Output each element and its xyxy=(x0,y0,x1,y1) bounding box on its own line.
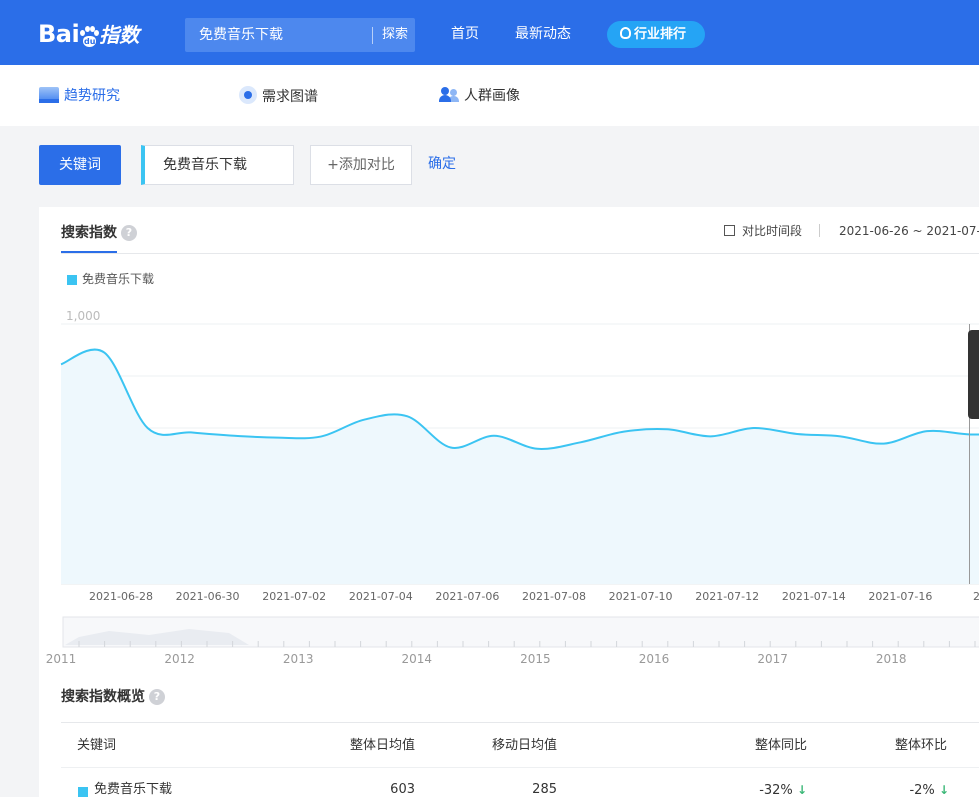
row-keyword: 免费音乐下载 xyxy=(94,782,173,797)
overview-year-label: 2015 xyxy=(520,652,551,666)
confirm-link[interactable]: 确定 xyxy=(428,154,456,174)
column-header-mobile-avg: 移动日均值 xyxy=(491,738,557,753)
row-yoy: -32% ↓ xyxy=(729,780,807,797)
summary-title-label: 搜索指数概览 xyxy=(61,689,145,705)
keyword-swatch xyxy=(78,787,88,797)
logo-paw-text: du xyxy=(83,36,97,47)
keyword-input[interactable]: 免费音乐下载 xyxy=(141,145,294,185)
overview-year-label: 2011 xyxy=(46,652,77,666)
x-tick-label: 2021-07-12 xyxy=(695,590,759,603)
x-tick-label: 2021-07-14 xyxy=(782,590,846,603)
x-tick-label: 2021-07-02 xyxy=(262,590,326,603)
x-tick-label: 2021-07-08 xyxy=(522,590,586,603)
column-header-yoy: 整体同比 xyxy=(754,738,807,753)
overview-year-label: 2016 xyxy=(639,652,670,666)
nav-home-link[interactable]: 首页 xyxy=(451,24,479,44)
overview-year-label: 2012 xyxy=(164,652,195,666)
search-box: 免费音乐下载 探索 xyxy=(185,18,415,52)
sub-navigation: 趋势研究 需求图谱 人群画像 xyxy=(0,65,979,126)
overview-year-label: 2013 xyxy=(283,652,314,666)
x-tick-label: 2021-07-04 xyxy=(349,590,413,603)
industry-ranking-label: 行业排行 xyxy=(634,27,687,42)
search-index-chart: 1,0008006004002002021-06-282021-06-30202… xyxy=(46,309,979,666)
search-divider xyxy=(372,27,373,44)
summary-title: 搜索指数概览? xyxy=(61,687,165,707)
search-index-panel: 搜索指数? 对比时间段 2021-06-26 ~ 2021-07-2 免费音乐下… xyxy=(39,207,979,797)
keyword-label: 关键词 xyxy=(39,145,121,185)
column-header-overall-avg: 整体日均值 xyxy=(349,738,415,753)
table-divider xyxy=(61,722,979,723)
subnav-label: 人群画像 xyxy=(464,88,520,104)
mom-value: -2% xyxy=(909,783,935,797)
nav-news-link[interactable]: 最新动态 xyxy=(515,24,571,44)
series-area xyxy=(61,349,979,584)
search-button[interactable]: 探索 xyxy=(380,18,410,52)
logo-text: Bai xyxy=(38,20,80,48)
row-mobile-avg: 285 xyxy=(532,782,557,797)
y-tick-label: 1,000 xyxy=(66,309,100,323)
top-navigation-bar: Bai du 指数 免费音乐下载 探索 首页 最新动态 行业排行 xyxy=(0,0,979,65)
overview-year-label: 2014 xyxy=(402,652,433,666)
baidu-index-logo[interactable]: Bai du 指数 xyxy=(38,18,139,50)
overview-year-label: 2017 xyxy=(757,652,788,666)
x-tick-label: 2021-07-16 xyxy=(868,590,932,603)
x-tick-label: 2021-06-28 xyxy=(89,590,153,603)
people-icon xyxy=(439,87,459,103)
subnav-label: 趋势研究 xyxy=(64,88,120,104)
subnav-label: 需求图谱 xyxy=(262,89,318,105)
row-overall-avg: 603 xyxy=(390,782,415,797)
series-line xyxy=(60,348,979,450)
x-tick-label: 2021-06-30 xyxy=(176,590,240,603)
x-tick-label: 2021-07-10 xyxy=(609,590,673,603)
trend-chart-icon xyxy=(39,87,59,103)
chart-tooltip xyxy=(968,330,979,419)
add-compare-button[interactable]: +添加对比 xyxy=(310,145,412,185)
trophy-icon xyxy=(620,27,631,39)
logo-suffix: 指数 xyxy=(99,23,140,47)
column-header-mom: 整体环比 xyxy=(894,738,947,753)
row-mom: -2% ↓ xyxy=(859,780,949,797)
x-tick-label: 2021 xyxy=(973,590,979,603)
x-tick-label: 2021-07-06 xyxy=(435,590,499,603)
baidu-paw-icon: du xyxy=(80,26,100,48)
down-arrow-icon: ↓ xyxy=(796,783,807,797)
down-arrow-icon: ↓ xyxy=(938,783,949,797)
help-icon[interactable]: ? xyxy=(149,689,165,705)
target-icon xyxy=(239,86,257,104)
industry-ranking-button[interactable]: 行业排行 xyxy=(607,21,705,48)
search-input[interactable]: 免费音乐下载 xyxy=(199,18,283,52)
table-row-divider xyxy=(61,767,979,768)
overview-year-label: 2018 xyxy=(876,652,907,666)
subnav-audience-profile[interactable]: 人群画像 xyxy=(439,86,520,106)
yoy-value: -32% xyxy=(759,783,793,797)
subnav-trend-research[interactable]: 趋势研究 xyxy=(39,86,120,106)
subnav-demand-map[interactable]: 需求图谱 xyxy=(239,86,318,106)
column-header-keyword: 关键词 xyxy=(77,738,117,753)
